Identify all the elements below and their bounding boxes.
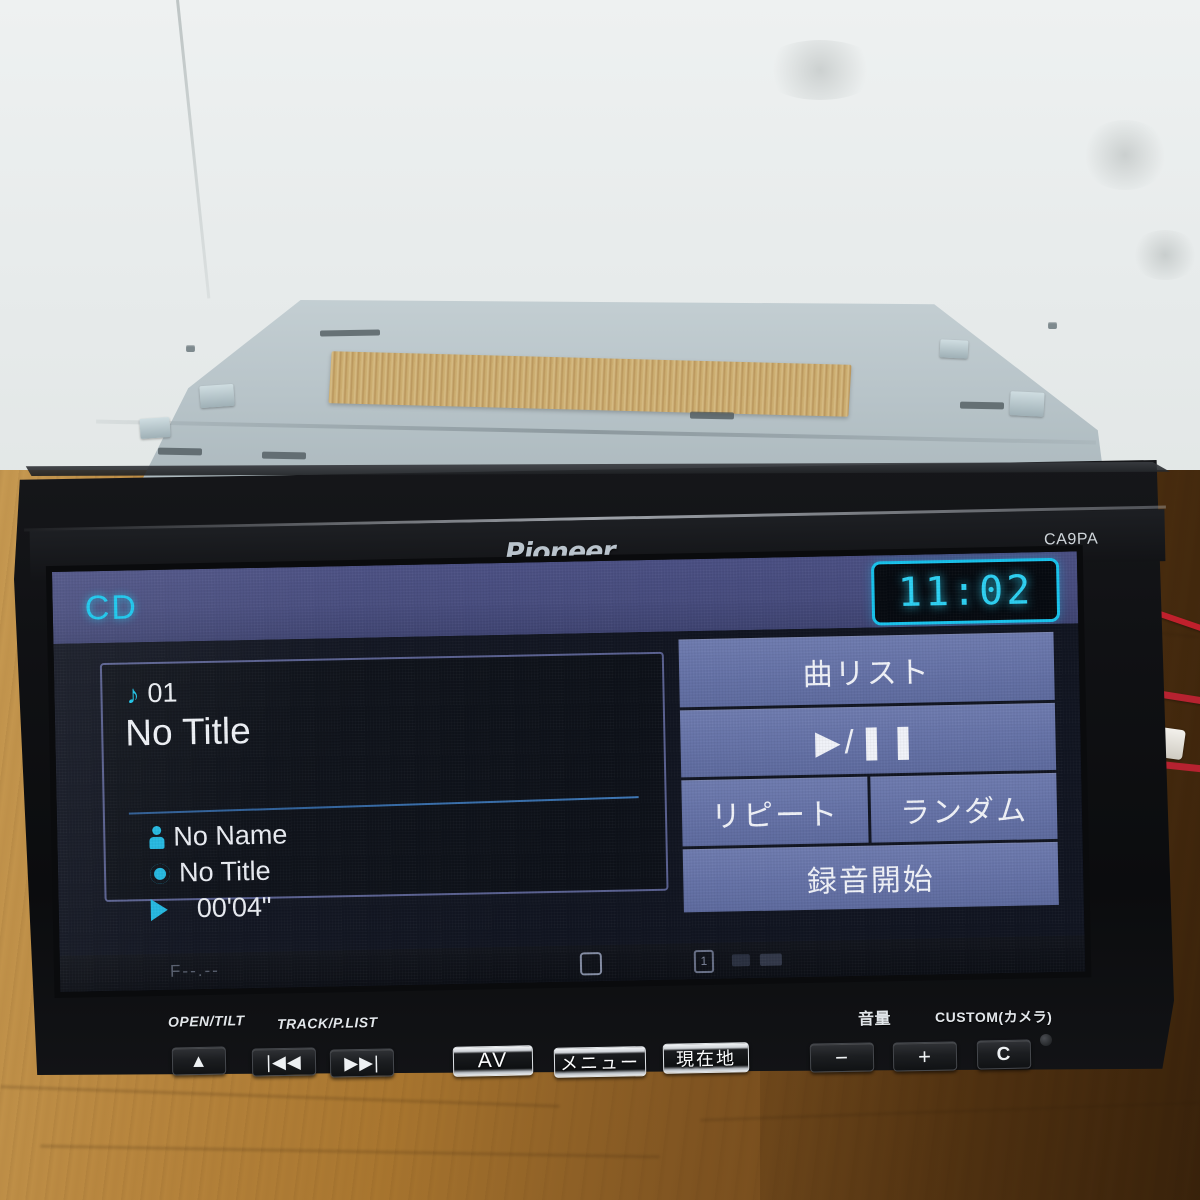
chassis-slot [157, 447, 203, 456]
record-start-button[interactable]: 録音開始 [682, 841, 1059, 913]
next-track-icon: ▶▶| [344, 1052, 380, 1073]
song-list-button[interactable]: 曲リスト [678, 631, 1055, 708]
status-dim-block [759, 953, 783, 966]
random-button[interactable]: ランダム [870, 772, 1058, 843]
current-location-button[interactable]: 現在地 [662, 1042, 750, 1074]
custom-c-button[interactable]: C [976, 1039, 1032, 1070]
minus-icon: − [834, 1044, 850, 1070]
repeat-random-row: リピート ランダム [681, 772, 1058, 847]
clock-text: 11:02 [897, 567, 1034, 617]
c-label: C [996, 1043, 1012, 1065]
person-icon [149, 826, 164, 849]
chassis-slot [959, 401, 1005, 410]
boxed-one-icon: 1 [693, 949, 715, 973]
prev-track-button[interactable]: |◀◀ [251, 1047, 317, 1077]
lcd-button-panel: 曲リスト ▶/❚❚ リピート ランダム 録音開始 [678, 631, 1059, 913]
track-number-row: ♪ 01 [126, 678, 178, 710]
plus-icon: + [917, 1043, 933, 1069]
music-note-icon: ♪ [126, 678, 140, 710]
menu-label: メニュー [559, 1052, 641, 1074]
play-icon [150, 897, 189, 921]
track-number: 01 [147, 677, 178, 709]
radio-frequency-readout: F--.-- [169, 960, 220, 981]
av-button[interactable]: AV [452, 1045, 534, 1077]
chassis-slot [689, 411, 735, 420]
status-dim-block [731, 954, 751, 967]
track-title: No Title [124, 710, 252, 754]
chassis-slot [261, 451, 307, 460]
disc-icon [149, 863, 171, 884]
chassis-screw [186, 345, 195, 352]
rounded-square-icon [579, 951, 603, 975]
chassis-clip [939, 339, 969, 359]
photo-scene: Pioneer CA9PA CD 11:02 ♪ 01 No Title No … [0, 0, 1200, 1200]
volume-down-button[interactable]: − [809, 1042, 875, 1073]
eject-button[interactable]: ▲ [171, 1046, 227, 1076]
chassis-slot [319, 329, 381, 337]
reset-pinhole[interactable] [1040, 1034, 1052, 1046]
lcd-screen[interactable]: CD 11:02 ♪ 01 No Title No Name No Title … [52, 551, 1086, 992]
menu-button[interactable]: メニュー [553, 1046, 647, 1078]
model-code-label: CA9PA [1043, 530, 1099, 549]
chassis-screw [1048, 322, 1057, 329]
wall-smudge [1080, 120, 1170, 190]
track-meta: No Name No Title 00'04" [149, 819, 289, 925]
volume-up-button[interactable]: + [892, 1041, 958, 1072]
current-location-label: 現在地 [675, 1048, 737, 1070]
next-track-button[interactable]: ▶▶| [329, 1048, 395, 1078]
source-label: CD [84, 588, 139, 628]
eject-icon: ▲ [189, 1050, 209, 1071]
artist-row: No Name [149, 819, 288, 853]
chassis-clip [199, 383, 235, 409]
av-label: AV [477, 1048, 509, 1073]
chassis-clip [139, 416, 171, 440]
wall-smudge [760, 40, 880, 100]
prev-track-icon: |◀◀ [266, 1051, 302, 1072]
elapsed-row: 00'04" [150, 891, 289, 925]
chassis-clip [1009, 391, 1045, 417]
elapsed-time: 00'04" [196, 891, 272, 924]
track-info-card: ♪ 01 No Title No Name No Title 00'04" [99, 651, 669, 923]
clock-display: 11:02 [870, 557, 1061, 626]
card-divider [128, 796, 639, 815]
wall-smudge [1130, 230, 1200, 280]
repeat-button[interactable]: リピート [681, 776, 869, 847]
album-row: No Title [149, 855, 289, 889]
lcd-body: ♪ 01 No Title No Name No Title 00'04" 曲リ… [53, 623, 1086, 992]
album-name: No Title [178, 855, 271, 888]
play-pause-button[interactable]: ▶/❚❚ [679, 702, 1057, 778]
artist-name: No Name [173, 819, 288, 852]
